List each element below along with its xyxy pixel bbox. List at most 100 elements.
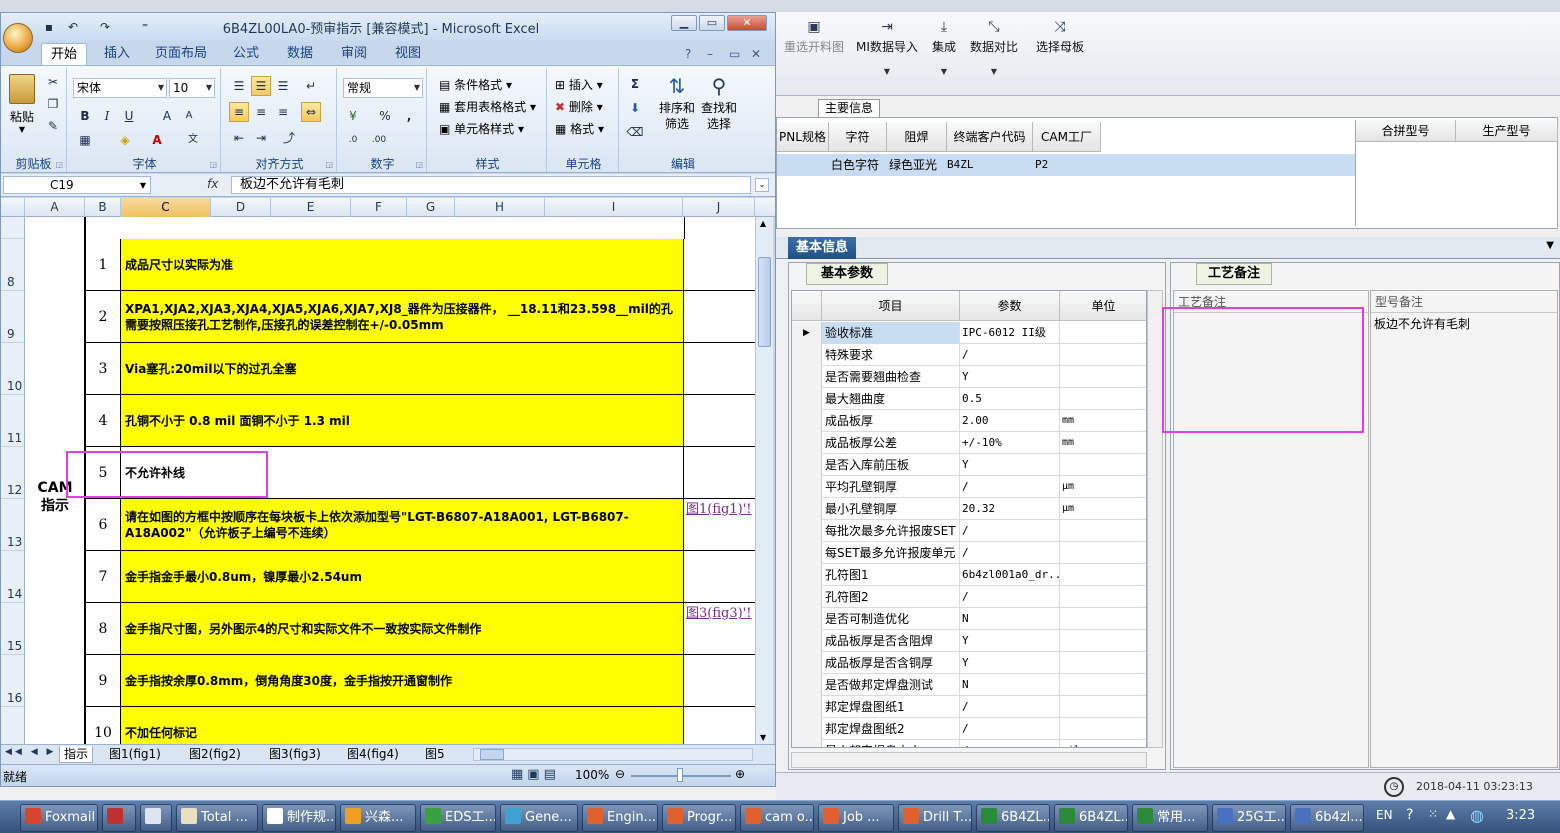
formula-input[interactable]: 板边不允许有毛刺 [231, 176, 751, 194]
row-selector[interactable] [792, 586, 822, 608]
row-selector[interactable] [792, 696, 822, 718]
table-row[interactable]: 孔符图1 6b4zl001a0_dr... [792, 564, 1146, 586]
language-icon[interactable]: EN [1376, 808, 1393, 822]
taskbar-item[interactable]: Gene... [500, 804, 578, 832]
tab-page-layout[interactable]: 页面布局 [149, 43, 213, 65]
increase-decimal-icon[interactable]: .0 [343, 130, 363, 150]
integrate-button[interactable]: ⤓ 集成 ▼ [926, 16, 962, 76]
column-header-customer-code[interactable]: 终端客户代码 [947, 122, 1033, 152]
tab-basic-info[interactable]: 基本信息 [788, 237, 856, 259]
borders-icon[interactable]: ▦ [75, 130, 95, 150]
table-row[interactable]: 成品板厚是否含阻焊 Y [792, 630, 1146, 652]
cell-parameter[interactable]: N [960, 674, 1060, 696]
model-notes-column[interactable]: 型号备注 板边不允许有毛刺 [1370, 290, 1558, 768]
row-selector[interactable] [792, 564, 822, 586]
cell-parameter[interactable]: Y [960, 630, 1060, 652]
table-row[interactable]: 每批次最多允许报废SET / [792, 520, 1146, 542]
column-header-silkscreen[interactable]: 字符 [829, 122, 887, 152]
cut-icon[interactable]: ✂ [43, 72, 63, 92]
bold-icon[interactable]: B [75, 106, 95, 126]
align-middle-icon[interactable]: ☰ [251, 76, 271, 96]
orientation-icon[interactable]: ⤴ [279, 128, 299, 148]
delete-cells-button[interactable]: ✖ 删除 ▾ [555, 98, 603, 115]
row-selector[interactable] [792, 652, 822, 674]
sheet-tab[interactable]: 图1(fig1) [105, 746, 165, 763]
row-selector[interactable] [792, 498, 822, 520]
taskbar-item[interactable]: cam o... [740, 804, 814, 832]
params-vertical-scrollbar[interactable] [1147, 290, 1163, 748]
name-box[interactable]: C19 ▼ [3, 176, 151, 194]
font-size-select[interactable]: 10 ▼ [169, 78, 215, 98]
column-header-f[interactable]: F [351, 198, 407, 217]
cell-parameter[interactable]: 20.32 [960, 498, 1060, 520]
table-row[interactable]: 每SET最多允许报废单元 / [792, 542, 1146, 564]
taskbar-item[interactable]: 制作规... [262, 804, 336, 832]
cell-number[interactable]: 10 [85, 707, 121, 744]
copy-icon[interactable]: ❐ [43, 94, 63, 114]
row-selector[interactable] [792, 432, 822, 454]
cell-styles-button[interactable]: ▣ 单元格样式 ▾ [439, 120, 524, 137]
cell-parameter[interactable]: Y [960, 366, 1060, 388]
table-row[interactable]: 3 Via塞孔:20mil以下的过孔全塞 [85, 343, 755, 395]
row-selector[interactable] [792, 630, 822, 652]
column-header-unit[interactable]: 单位 [1060, 291, 1146, 321]
fill-icon[interactable]: ⬇ [625, 98, 645, 118]
scroll-up-icon[interactable]: ▲ [760, 219, 766, 228]
row-header[interactable]: 10 [1, 343, 25, 395]
wifi-icon[interactable]: ⁙ [1428, 807, 1438, 821]
undo-icon[interactable]: ↶ [65, 19, 81, 35]
find-select-button[interactable]: ⚲ 查找和 选择 [699, 72, 739, 132]
comma-style-icon[interactable]: , [399, 106, 419, 126]
table-row[interactable]: 平均孔壁铜厚 / μm [792, 476, 1146, 498]
tab-view[interactable]: 视图 [385, 43, 431, 65]
table-row[interactable]: 成品板厚是否含铜厚 Y [792, 652, 1146, 674]
font-name-select[interactable]: 宋体 ▼ [73, 78, 167, 98]
column-header-h[interactable]: H [455, 198, 545, 217]
row-header[interactable]: 17 [1, 707, 25, 744]
phonetic-icon[interactable]: 文 [183, 130, 203, 150]
table-row[interactable]: 最小孔壁铜厚 20.32 μm [792, 498, 1146, 520]
sheet-tab[interactable]: 指示 [59, 746, 94, 763]
table-row[interactable]: 孔符图2/ [792, 586, 1146, 608]
row-selector[interactable] [792, 718, 822, 740]
help-icon[interactable]: ? [685, 47, 691, 61]
expand-formula-icon[interactable]: ⌄ [755, 178, 769, 192]
number-format-select[interactable]: 常规 ▼ [343, 78, 423, 98]
column-header-b[interactable]: B [85, 198, 121, 217]
column-header-parameter[interactable]: 参数 [960, 291, 1060, 321]
cell-parameter[interactable]: 2.00 [960, 410, 1060, 432]
table-row[interactable]: 成品板厚 2.00 mm [792, 410, 1146, 432]
cell-number[interactable]: 8 [85, 603, 121, 655]
tab-basic-params[interactable]: 基本参数 [806, 263, 888, 285]
row-header[interactable]: 14 [1, 551, 25, 603]
cell-instruction[interactable]: 金手指金手最小0.8um，镍厚最小2.54um [121, 551, 683, 603]
data-compare-button[interactable]: ⤡ 数据对比 ▼ [968, 16, 1020, 76]
decrease-decimal-icon[interactable]: .00 [369, 130, 389, 150]
row-header[interactable]: 9 [1, 291, 25, 343]
table-row[interactable]: 特殊要求 / [792, 344, 1146, 366]
sheet-tab[interactable]: 图3(fig3) [265, 746, 325, 763]
align-right-icon[interactable]: ≡ [273, 102, 293, 122]
figure-link[interactable]: 图1(fig1)'! [684, 499, 755, 520]
cell-parameter[interactable]: IPC-6012 II级 [960, 322, 1060, 344]
align-center-icon[interactable]: ≡ [251, 102, 271, 122]
taskbar-item[interactable]: Job ... [818, 804, 894, 832]
cell-parameter[interactable]: Y [960, 652, 1060, 674]
cell-parameter[interactable]: / [960, 586, 1060, 608]
table-row[interactable]: 10 不加任何标记 [85, 707, 755, 744]
show-hidden-icon[interactable]: ▲ [1446, 807, 1455, 821]
cell-j[interactable]: 图3(fig3)'! [683, 603, 755, 655]
cell-j[interactable] [683, 291, 755, 343]
row-selector[interactable] [792, 388, 822, 410]
fill-color-icon[interactable]: ◈ [115, 130, 135, 150]
table-row[interactable]: 7 金手指金手最小0.8um，镍厚最小2.54um [85, 551, 755, 603]
underline-icon[interactable]: U [119, 106, 139, 126]
cell-instruction[interactable]: 成品尺寸以实际为准 [121, 239, 683, 291]
cell-j[interactable] [683, 707, 755, 744]
table-row[interactable]: 1 成品尺寸以实际为准 [85, 239, 755, 291]
row-selector[interactable] [792, 542, 822, 564]
row-header[interactable]: 8 [1, 239, 25, 291]
table-row[interactable]: 最大翘曲度 0.5 [792, 388, 1146, 410]
decrease-indent-icon[interactable]: ⇤ [229, 128, 249, 148]
row-selector[interactable] [792, 740, 822, 747]
